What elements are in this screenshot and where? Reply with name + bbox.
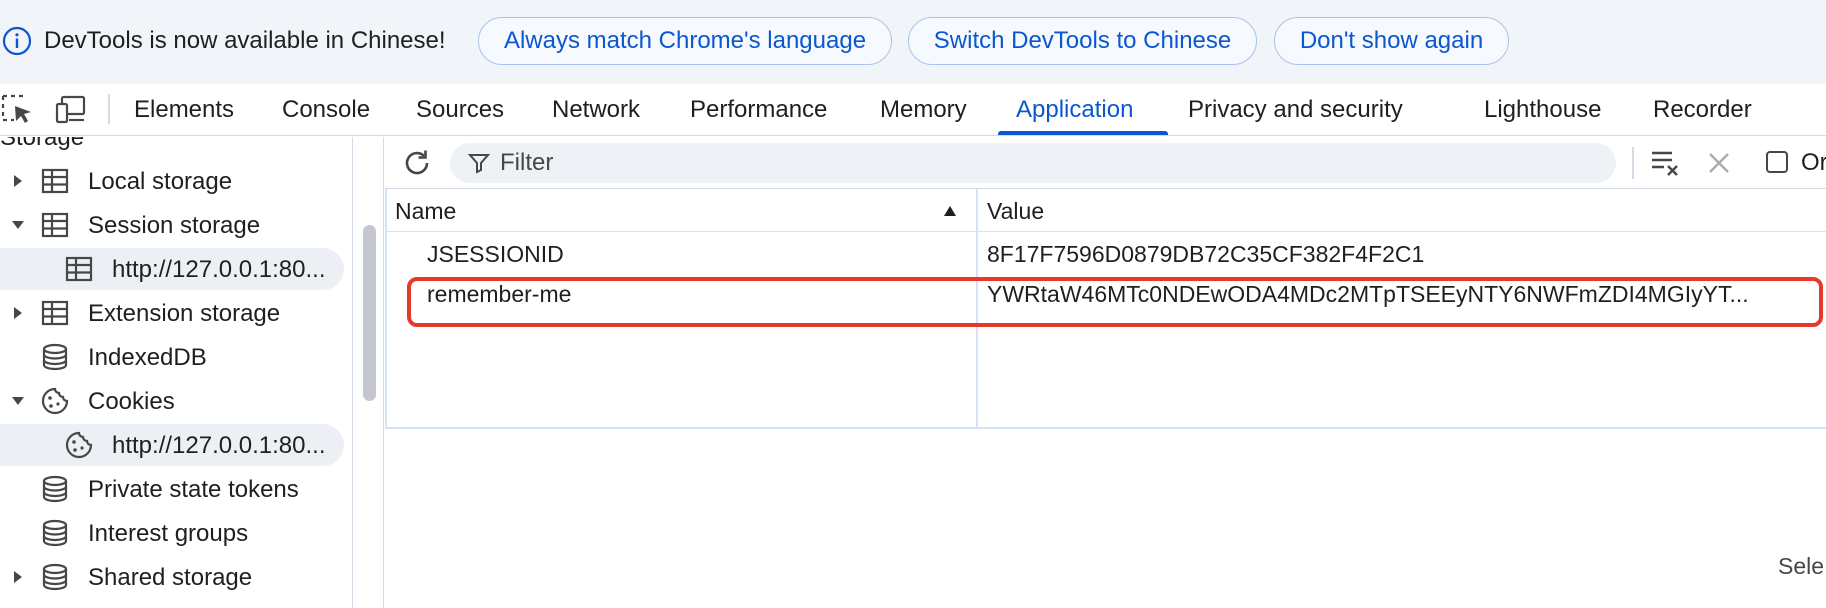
sidebar-item-label: Shared storage <box>88 564 253 591</box>
sidebar-item-private-state-tokens[interactable]: Private state tokens <box>0 468 344 510</box>
cookie-icon <box>65 431 93 459</box>
filter-box[interactable] <box>450 143 1616 183</box>
storage-section-heading: Storage <box>0 137 85 151</box>
cookies-toolbar: Or <box>385 137 1826 189</box>
sidebar-item-cookies-origin[interactable]: http://127.0.0.1:80... <box>0 424 344 466</box>
toolbar-separator <box>1632 147 1634 179</box>
sidebar-item-cookies[interactable]: Cookies <box>0 380 344 422</box>
sidebar-item-label: http://127.0.0.1:80... <box>112 256 326 283</box>
sidebar-item-shared-storage[interactable]: Shared storage <box>0 556 344 598</box>
refresh-icon[interactable] <box>401 147 433 179</box>
active-tab-indicator <box>998 131 1168 135</box>
caret-down-icon[interactable] <box>11 394 25 408</box>
table-icon <box>41 212 69 238</box>
database-icon <box>42 519 68 547</box>
sidebar-item-indexeddb[interactable]: IndexedDB <box>0 336 344 378</box>
toolbar-separator <box>108 94 110 124</box>
database-icon <box>42 475 68 503</box>
table-icon <box>65 256 93 282</box>
sidebar-item-label: IndexedDB <box>88 344 207 371</box>
always-match-language-button[interactable]: Always match Chrome's language <box>478 17 892 65</box>
tab-console[interactable]: Console <box>282 96 370 124</box>
infobar-message: DevTools is now available in Chinese! <box>44 27 446 54</box>
filter-input[interactable] <box>500 143 1600 183</box>
sidebar-item-extension-storage[interactable]: Extension storage <box>0 292 344 334</box>
table-header-row: Name Value <box>385 189 1826 232</box>
tab-privacy-and-security[interactable]: Privacy and security <box>1188 96 1403 124</box>
application-sidebar: Storage Local storage Session storage ht… <box>0 137 353 608</box>
database-icon <box>42 563 68 591</box>
sidebar-item-session-storage[interactable]: Session storage <box>0 204 344 246</box>
sidebar-item-label: Private state tokens <box>88 476 299 503</box>
sidebar-item-label: Interest groups <box>88 520 249 547</box>
tab-network[interactable]: Network <box>552 96 640 124</box>
sidebar-scrollbar-thumb[interactable] <box>363 225 376 401</box>
inspect-element-icon[interactable] <box>0 92 34 126</box>
sidebar-scrollbar[interactable] <box>356 137 384 608</box>
switch-to-chinese-button[interactable]: Switch DevTools to Chinese <box>908 17 1257 65</box>
cookie-value-cell: 8F17F7596D0879DB72C35CF382F4F2C1 <box>987 241 1425 267</box>
info-icon <box>2 26 32 56</box>
close-icon[interactable] <box>1705 149 1733 177</box>
sidebar-item-label: http://127.0.0.1:80... <box>112 432 326 459</box>
database-icon <box>42 343 68 371</box>
selection-status-text: Sele <box>1778 553 1825 579</box>
device-toolbar-icon[interactable] <box>54 92 88 126</box>
devtools-tab-bar: Elements Console Sources Network Perform… <box>0 84 1826 136</box>
tab-lighthouse[interactable]: Lighthouse <box>1484 96 1601 124</box>
table-icon <box>41 300 69 326</box>
caret-right-icon[interactable] <box>11 570 25 584</box>
only-show-label: Or <box>1801 149 1826 176</box>
column-header-value[interactable]: Value <box>987 198 1044 225</box>
tab-sources[interactable]: Sources <box>416 96 504 124</box>
table-row[interactable]: JSESSIONID 8F17F7596D0879DB72C35CF382F4F… <box>385 233 1826 273</box>
sidebar-item-session-origin[interactable]: http://127.0.0.1:80... <box>0 248 344 290</box>
sort-ascending-icon[interactable] <box>943 205 957 217</box>
caret-right-icon[interactable] <box>11 306 25 320</box>
table-icon <box>41 168 69 194</box>
caret-right-icon[interactable] <box>11 174 25 188</box>
caret-down-icon[interactable] <box>11 218 25 232</box>
tab-elements[interactable]: Elements <box>134 96 234 124</box>
sidebar-item-label: Local storage <box>88 168 233 195</box>
tab-recorder[interactable]: Recorder <box>1653 96 1752 124</box>
cookie-icon <box>41 387 69 415</box>
sidebar-item-label: Cookies <box>88 388 175 415</box>
dont-show-again-button[interactable]: Don't show again <box>1274 17 1509 65</box>
cookies-panel: Or Name Value JSESSIONID 8F17F7596D0879D… <box>385 137 1826 608</box>
language-infobar: DevTools is now available in Chinese! Al… <box>0 0 1826 84</box>
sidebar-item-label: Session storage <box>88 212 261 239</box>
tab-application[interactable]: Application <box>1016 96 1133 124</box>
only-show-checkbox[interactable] <box>1766 151 1788 173</box>
sidebar-item-local-storage[interactable]: Local storage <box>0 160 344 202</box>
tab-memory[interactable]: Memory <box>880 96 967 124</box>
filter-icon <box>468 154 490 174</box>
highlight-annotation-box <box>407 277 1823 327</box>
sidebar-item-label: Extension storage <box>88 300 281 327</box>
tab-performance[interactable]: Performance <box>690 96 827 124</box>
cookie-name-cell: JSESSIONID <box>427 241 564 267</box>
clear-all-icon[interactable] <box>1649 145 1683 179</box>
sidebar-item-interest-groups[interactable]: Interest groups <box>0 512 344 554</box>
column-header-name[interactable]: Name <box>395 198 456 225</box>
